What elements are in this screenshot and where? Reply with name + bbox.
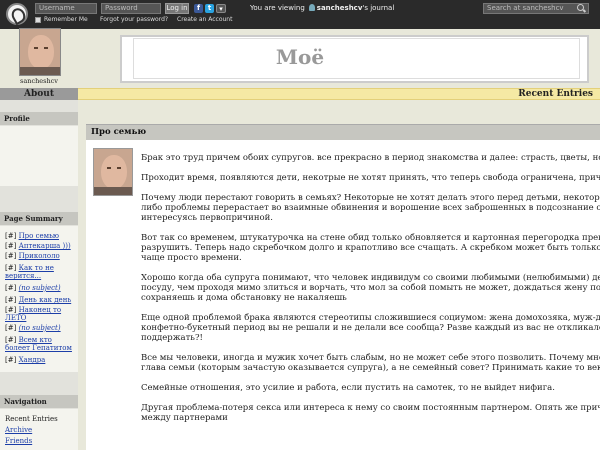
summary-entry-link[interactable]: Хандра (19, 356, 46, 364)
login-button[interactable]: Log in (165, 3, 189, 14)
entry-line: чаще просто времени. (141, 253, 242, 263)
recent-entries-bar: Recent Entries (78, 88, 600, 100)
summary-item: [#] Прикололо (5, 252, 77, 260)
create-account-link[interactable]: Create an Account (177, 16, 232, 23)
entry-line: Другая проблема-потеря секса или интерес… (141, 403, 600, 413)
journal-title: Моё (275, 45, 325, 69)
entry-line: посуду, чем проходя мимо злиться и ворча… (141, 283, 600, 293)
entry-line: между партнерами (141, 413, 228, 423)
entry-line: поддержать?! (141, 333, 203, 343)
search-icon[interactable] (577, 4, 584, 11)
summary-item: [#] Всем кто болеет Гепатитом (5, 336, 77, 352)
entry-paragraph: Все мы человеки, иногда и мужик хочет бы… (141, 353, 600, 373)
entry-line: Семейные отношения, это усилие и работа,… (141, 383, 555, 393)
entry-line: Хорошо когда оба супруга понимают, что ч… (141, 273, 600, 283)
profile-box (0, 126, 78, 186)
entry-userpic[interactable] (93, 148, 133, 196)
entry-line: разрушить. Теперь надо скребочком долго … (141, 243, 600, 253)
entry-line: Почему люди перестают говорить в семьях?… (141, 193, 600, 203)
entry-paragraph: Другая проблема-потеря секса или интерес… (141, 403, 600, 423)
user-head-icon (308, 4, 315, 11)
entry-line: Все мы человеки, иногда и мужик хочет бы… (141, 353, 600, 363)
summary-entry-link[interactable]: (no subject) (19, 284, 61, 292)
summary-entry-label: (no subject) (18, 324, 61, 332)
page-summary-heading: Page Summary (0, 212, 78, 225)
entry-text: Брак это труд причем обоих супругов. все… (141, 153, 600, 450)
summary-marker-link[interactable]: [#] (5, 336, 16, 344)
entry-line: конфетно-букетный период вы не решали и … (141, 323, 600, 333)
entry-paragraph: Почему люди перестают говорить в семьях?… (141, 193, 600, 223)
summary-marker-link[interactable]: [#] (5, 356, 16, 364)
summary-marker-link[interactable]: [#] (5, 296, 16, 304)
livejournal-logo-icon[interactable] (6, 3, 28, 25)
entry-paragraph: Хорошо когда оба супруга понимают, что ч… (141, 273, 600, 303)
summary-entry-label: (no subject) (18, 284, 61, 292)
summary-item: [#] Наконец то ЛЕТО (5, 306, 77, 322)
viewing-prefix: You are viewing (250, 4, 305, 12)
remember-me-label: Remember Me (44, 16, 88, 23)
summary-entry-link[interactable]: Всем кто болеет Гепатитом (5, 336, 72, 352)
entry-paragraph: Проходит время, появляются дети, некотры… (141, 173, 600, 183)
profile-heading: Profile (0, 112, 78, 125)
summary-item: [#] (no subject) (5, 324, 77, 332)
nav-friends-link[interactable]: Friends (5, 437, 32, 446)
password-input[interactable]: Password (101, 3, 161, 14)
summary-item: [#] Хандра (5, 356, 77, 364)
remember-me-checkbox[interactable] (35, 17, 41, 23)
profile-username[interactable]: sancheshcv (0, 77, 78, 85)
summary-marker-link[interactable]: [#] (5, 306, 16, 314)
summary-marker-link[interactable]: [#] (5, 252, 16, 260)
entry-line: глава семьи (которым зачастую оказываетс… (141, 363, 600, 373)
summary-marker-link[interactable]: [#] (5, 242, 16, 250)
entry-line: Брак это труд причем обоих супругов. все… (141, 153, 600, 163)
summary-item: [#] Как то не верится... (5, 264, 77, 280)
entry-line: Еще одной проблемой брака являются стере… (141, 313, 600, 323)
nav-archive-link[interactable]: Archive (5, 426, 32, 435)
summary-entry-link[interactable]: Аптекарша ))) (19, 242, 71, 250)
summary-entry-link[interactable]: Прикололо (19, 252, 60, 260)
twitter-icon[interactable]: t (205, 4, 214, 13)
facebook-icon[interactable]: f (194, 4, 203, 13)
recent-entries-title: Recent Entries (518, 89, 593, 99)
viewing-journal-text: You are viewing sancheshcv's journal (250, 4, 394, 12)
summary-marker-link[interactable]: [#] (5, 232, 16, 240)
viewing-suffix: 's journal (362, 4, 395, 12)
summary-marker-link[interactable]: [#] (5, 264, 16, 272)
summary-item: [#] День как день (5, 296, 77, 304)
entry-line: либо проблемы перерастает во взаимные об… (141, 203, 600, 213)
summary-item: [#] (no subject) (5, 284, 77, 292)
summary-item: [#] Аптекарша ))) (5, 242, 77, 250)
entry-line: интересуясь первопричиной. (141, 213, 273, 223)
username-input[interactable]: Username (35, 3, 97, 14)
navigation-heading: Navigation (0, 395, 78, 408)
summary-entry-link[interactable]: (no subject) (19, 324, 61, 332)
forgot-password-link[interactable]: Forgot your password? (100, 16, 168, 23)
sidebar-userpic[interactable] (19, 28, 61, 76)
summary-marker-link[interactable]: [#] (5, 284, 16, 292)
entry-paragraph: Брак это труд причем обоих супругов. все… (141, 153, 600, 163)
entry-paragraph: Еще одной проблемой брака являются стере… (141, 313, 600, 343)
entry-paragraph: Вот так со временем, штукатурочка на сте… (141, 233, 600, 263)
summary-item: [#] Про семью (5, 232, 77, 240)
viewing-user-link[interactable]: sancheshcv (317, 4, 363, 12)
entry-line: Проходит время, появляются дети, некотры… (141, 173, 600, 183)
top-bar: Username Password Log in f t ▾ Remember … (0, 0, 600, 29)
more-login-options-icon[interactable]: ▾ (216, 4, 226, 13)
nav-recent-entries: Recent Entries (5, 415, 58, 423)
summary-marker-link[interactable]: [#] (5, 324, 16, 332)
search-input[interactable]: Search at sancheshcv (483, 3, 589, 14)
entry-title[interactable]: Про семью (86, 124, 600, 140)
summary-entry-link[interactable]: День как день (19, 296, 72, 304)
about-bar: About (0, 88, 78, 100)
entry-line: сохраняешь и дома обстановку не накаляеш… (141, 293, 347, 303)
summary-entry-link[interactable]: Про семью (19, 232, 59, 240)
entry-line: Вот так со временем, штукатурочка на сте… (141, 233, 600, 243)
entry-paragraph: Семейные отношения, это усилие и работа,… (141, 383, 600, 393)
